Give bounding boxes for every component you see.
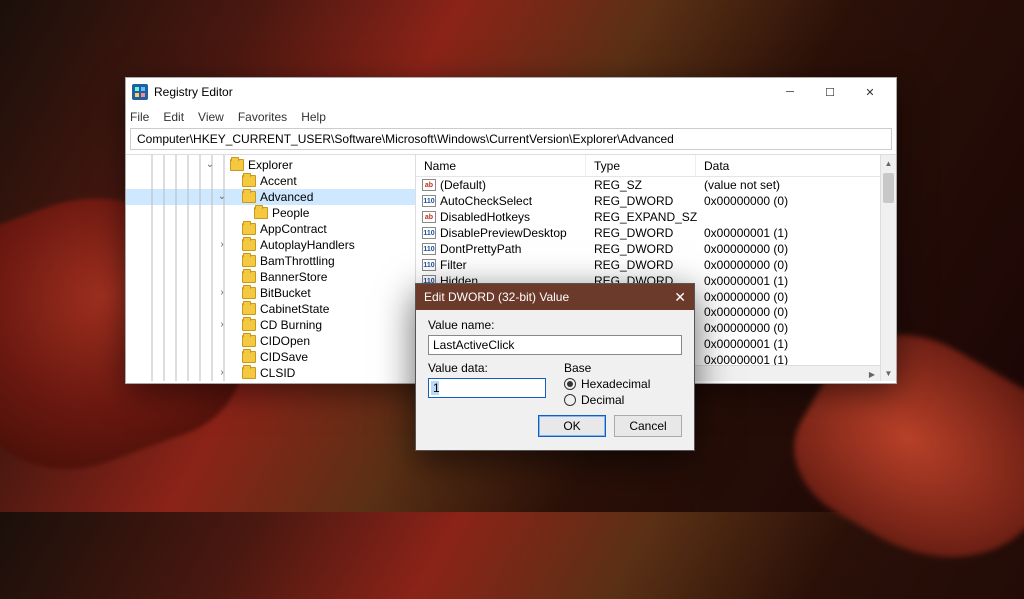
tree-item[interactable]: ⌄Explorer — [126, 157, 415, 173]
tree-item[interactable]: AppContract — [126, 221, 415, 237]
minimize-button[interactable]: ─ — [770, 78, 810, 106]
cancel-button[interactable]: Cancel — [614, 415, 682, 437]
edit-dword-dialog: Edit DWORD (32-bit) Value ✕ Value name: … — [415, 283, 695, 451]
maximize-button[interactable]: ☐ — [810, 78, 850, 106]
address-bar[interactable]: Computer\HKEY_CURRENT_USER\Software\Micr… — [130, 128, 892, 150]
tree-item[interactable]: BannerStore — [126, 269, 415, 285]
list-scrollbar-vertical[interactable]: ▲ ▼ — [880, 155, 896, 381]
value-name-label: Value name: — [428, 318, 682, 332]
value-name-field[interactable] — [428, 335, 682, 355]
registry-value-icon: 110 — [422, 243, 436, 255]
radio-dec[interactable]: Decimal — [564, 393, 650, 407]
radio-hex[interactable]: Hexadecimal — [564, 377, 650, 391]
dialog-titlebar[interactable]: Edit DWORD (32-bit) Value ✕ — [416, 284, 694, 310]
ok-button[interactable]: OK — [538, 415, 606, 437]
column-type[interactable]: Type — [586, 155, 696, 176]
menu-edit[interactable]: Edit — [163, 110, 184, 124]
list-cell-data: 0x00000000 (0) — [704, 321, 788, 337]
tree-item[interactable]: ⌄Advanced — [126, 189, 415, 205]
address-text: Computer\HKEY_CURRENT_USER\Software\Micr… — [137, 132, 674, 146]
column-data[interactable]: Data — [696, 155, 896, 176]
tree-item[interactable]: ›BitBucket — [126, 285, 415, 301]
list-cell-data: 0x00000000 (0) — [704, 305, 788, 321]
tree-pane[interactable]: ⌄ExplorerAccent⌄AdvancedPeopleAppContrac… — [126, 155, 416, 381]
radio-hex-label: Hexadecimal — [581, 377, 650, 391]
scroll-down-icon[interactable]: ▼ — [881, 365, 896, 381]
dialog-title: Edit DWORD (32-bit) Value — [424, 290, 569, 304]
value-data-field[interactable] — [428, 378, 546, 398]
list-row[interactable]: 110FilterREG_DWORD0x00000000 (0) — [416, 257, 896, 273]
base-label: Base — [564, 361, 650, 375]
scroll-thumb[interactable] — [883, 173, 894, 203]
tree-item[interactable]: CIDOpen — [126, 333, 415, 349]
value-data-label: Value data: — [428, 361, 546, 375]
registry-value-icon: ab — [422, 179, 436, 191]
menu-favorites[interactable]: Favorites — [238, 110, 287, 124]
list-row[interactable]: 110DisablePreviewDesktopREG_DWORD0x00000… — [416, 225, 896, 241]
list-row[interactable]: ab(Default)REG_SZ(value not set) — [416, 177, 896, 193]
dialog-close-icon[interactable]: ✕ — [674, 289, 686, 306]
tree-item[interactable]: People — [126, 205, 415, 221]
tree-item[interactable]: CabinetState — [126, 301, 415, 317]
tree-item[interactable]: CIDSave — [126, 349, 415, 365]
tree-item[interactable]: ›AutoplayHandlers — [126, 237, 415, 253]
list-row[interactable]: abDisabledHotkeysREG_EXPAND_SZ — [416, 209, 896, 225]
window-title: Registry Editor — [154, 85, 233, 99]
tree-item[interactable]: ›CLSID — [126, 365, 415, 381]
titlebar[interactable]: Registry Editor ─ ☐ ✕ — [126, 78, 896, 106]
list-cell-data: 0x00000001 (1) — [704, 337, 788, 353]
menu-file[interactable]: File — [130, 110, 149, 124]
menu-bar: File Edit View Favorites Help — [126, 106, 896, 128]
menu-help[interactable]: Help — [301, 110, 326, 124]
close-button[interactable]: ✕ — [850, 78, 890, 106]
tree-item[interactable]: BamThrottling — [126, 253, 415, 269]
scroll-up-icon[interactable]: ▲ — [881, 155, 896, 171]
tree-item[interactable]: Accent — [126, 173, 415, 189]
list-row[interactable]: 110AutoCheckSelectREG_DWORD0x00000000 (0… — [416, 193, 896, 209]
tree-item[interactable]: ›CD Burning — [126, 317, 415, 333]
registry-value-icon: 110 — [422, 195, 436, 207]
scroll-right-icon[interactable]: ▶ — [864, 366, 880, 381]
radio-dec-label: Decimal — [581, 393, 624, 407]
menu-view[interactable]: View — [198, 110, 224, 124]
radio-dec-dot — [564, 394, 576, 406]
registry-value-icon: ab — [422, 211, 436, 223]
app-icon — [132, 84, 148, 100]
radio-hex-dot — [564, 378, 576, 390]
column-name[interactable]: Name — [416, 155, 586, 176]
list-header: Name Type Data — [416, 155, 896, 177]
registry-value-icon: 110 — [422, 259, 436, 271]
list-row[interactable]: 110DontPrettyPathREG_DWORD0x00000000 (0) — [416, 241, 896, 257]
registry-value-icon: 110 — [422, 227, 436, 239]
